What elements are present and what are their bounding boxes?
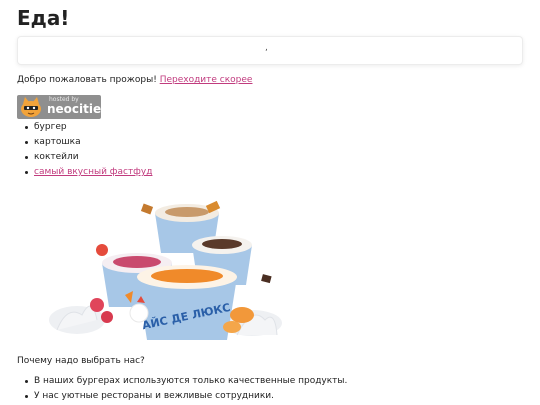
welcome-line: Добро пожаловать прожоры! Переходите ско… bbox=[17, 74, 252, 86]
why-question: Почему надо выбрать нас? bbox=[17, 356, 145, 366]
neocities-cat-icon bbox=[21, 97, 41, 117]
top-banner: , bbox=[17, 36, 523, 65]
list-item: В наших бургерах используются только кач… bbox=[25, 374, 347, 389]
list-item: коктейли bbox=[25, 150, 152, 165]
list-item: бургер bbox=[25, 120, 152, 135]
page-title: Еда! bbox=[17, 6, 70, 30]
food-list: бургер картошка коктейли самый вкусный ф… bbox=[25, 120, 152, 180]
badge-brand: neocities bbox=[47, 102, 101, 116]
neocities-badge[interactable]: hosted by neocities bbox=[17, 95, 101, 119]
fastfood-link[interactable]: самый вкусный фастфуд bbox=[34, 167, 152, 177]
welcome-link[interactable]: Переходите скорее bbox=[160, 75, 253, 85]
list-item: У нас уютные рестораны и вежливые сотруд… bbox=[25, 389, 347, 404]
reasons-list: В наших бургерах используются только кач… bbox=[25, 374, 347, 404]
welcome-text: Добро пожаловать прожоры! bbox=[17, 75, 160, 85]
milkshake-image: АЙС ДЕ ЛЮКС bbox=[49, 200, 282, 340]
list-item: картошка bbox=[25, 135, 152, 150]
list-item-link: самый вкусный фастфуд bbox=[25, 165, 152, 180]
banner-mark: , bbox=[265, 43, 268, 53]
